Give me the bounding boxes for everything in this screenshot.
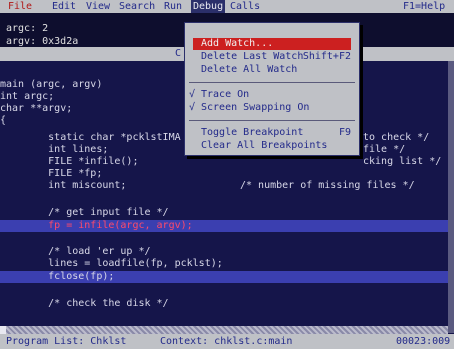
checkmark-icon: √ [189, 102, 196, 113]
menu-item-clear-all-breakpoints[interactable]: Clear All Breakpoints [193, 140, 351, 152]
code-line: /* get input file */ [0, 207, 169, 218]
window-title: C [175, 48, 182, 59]
code-text: int miscount; [0, 180, 127, 191]
menu-file-label: File [8, 1, 33, 12]
code-text: /* number of missing files */ [240, 180, 415, 191]
help-hint[interactable]: F1=Help [403, 0, 445, 13]
menu-item-label: Screen Swapping On [201, 102, 310, 113]
code-text: static char *pcklstIMA [0, 132, 181, 143]
checkmark-icon: √ [189, 89, 196, 100]
status-context: Context: chklst.c:main [160, 336, 293, 347]
code-text: to check */ [363, 132, 430, 143]
menu-item-label: Add Watch... [201, 38, 274, 49]
menu-item-shortcut: Shift+F2 [302, 51, 351, 62]
code-line: /* check the disk */ [0, 298, 169, 309]
code-line: lines = loadfile(fp, pcklst); [0, 258, 223, 269]
current-line[interactable]: fclose(fp); [0, 271, 448, 283]
vertical-scrollbar[interactable] [448, 61, 454, 333]
code-line: int miscount; /* number of missing files… [0, 180, 448, 192]
menu-divider [189, 120, 355, 121]
menu-item-label: Clear All Breakpoints [201, 140, 328, 151]
menu-item-screen-swapping[interactable]: √ Screen Swapping On [189, 102, 351, 114]
menu-item-label: Toggle Breakpoint [201, 127, 304, 138]
code-text: int lines; [0, 144, 109, 155]
menu-item-add-watch[interactable]: Add Watch... [193, 38, 351, 50]
menu-run[interactable]: Run [164, 0, 182, 13]
breakpoint-line[interactable]: fp = infile(argc, argv); [0, 220, 448, 232]
menu-item-toggle-breakpoint[interactable]: Toggle Breakpoint F9 [193, 127, 351, 139]
code-text: FILE *infile(); [0, 156, 139, 167]
menu-item-label: Delete All Watch [201, 64, 298, 75]
menu-item-delete-last-watch[interactable]: Delete Last Watch Shift+F2 [193, 51, 351, 63]
scroll-thumb[interactable] [0, 326, 6, 334]
menu-divider [189, 82, 355, 83]
menu-view[interactable]: View [86, 0, 110, 13]
code-text: file */ [363, 144, 406, 155]
menu-search[interactable]: Search [119, 0, 155, 13]
debug-menu: Add Watch... Delete Last Watch Shift+F2 … [184, 22, 360, 156]
code-text: cking list */ [363, 156, 442, 167]
status-bar: Program List: Chklst Context: chklst.c:m… [0, 334, 454, 349]
menu-item-delete-all-watch[interactable]: Delete All Watch [193, 64, 351, 76]
menu-bar: File Edit View Search Run Debug Calls F1… [0, 0, 454, 13]
menu-calls[interactable]: Calls [230, 0, 260, 13]
status-position: 00023:009 [396, 336, 451, 347]
watch-line: argc: 2 [6, 23, 49, 34]
menu-edit[interactable]: Edit [52, 0, 76, 13]
code-line: FILE *infile(); cking list */ [0, 156, 448, 168]
menu-debug[interactable]: Debug [191, 0, 226, 13]
horizontal-scrollbar[interactable] [0, 326, 448, 334]
status-program-list: Program List: Chklst [6, 336, 127, 347]
code-line: FILE *fp; [0, 168, 103, 179]
menu-item-label: Trace On [201, 89, 250, 100]
menu-item-label: Delete Last Watch [201, 51, 304, 62]
menu-item-shortcut: F9 [338, 127, 351, 138]
code-line: /* load 'er up */ [0, 246, 151, 257]
menu-item-trace-on[interactable]: √ Trace On [189, 89, 351, 101]
